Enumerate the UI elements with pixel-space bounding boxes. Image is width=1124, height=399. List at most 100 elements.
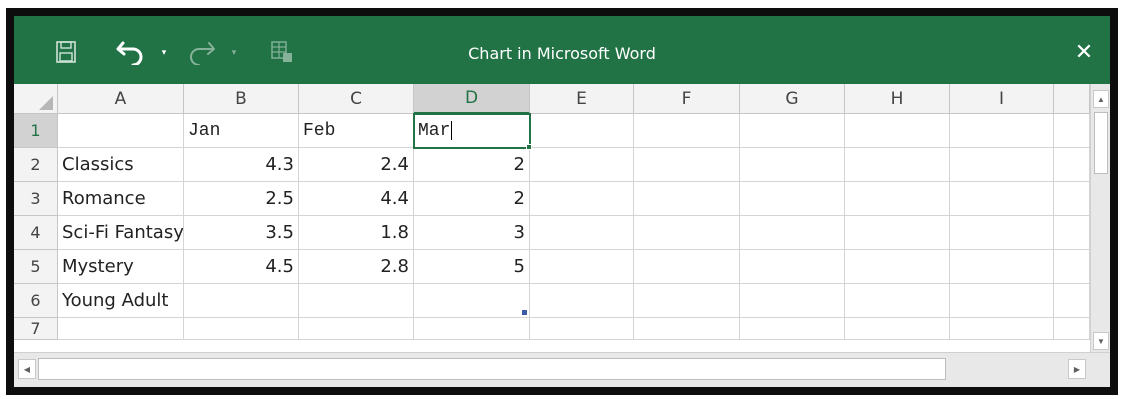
cell-c1[interactable]: Feb <box>299 114 414 148</box>
scroll-down-icon[interactable]: ▼ <box>1093 332 1109 350</box>
cell-i5[interactable] <box>950 250 1054 284</box>
cell-f1[interactable] <box>634 114 740 148</box>
cell-b7[interactable] <box>184 318 299 340</box>
cell-d7[interactable] <box>414 318 530 340</box>
close-button[interactable]: ✕ <box>1064 34 1104 70</box>
cell-j3[interactable] <box>1054 182 1090 216</box>
cell-g1[interactable] <box>740 114 845 148</box>
cell-b2[interactable]: 4.3 <box>184 148 299 182</box>
cell-a5[interactable]: Mystery <box>58 250 184 284</box>
cell-d1[interactable]: Mar <box>414 114 530 148</box>
cell-h3[interactable] <box>845 182 950 216</box>
row-header-3[interactable]: 3 <box>14 182 58 216</box>
cell-a2[interactable]: Classics <box>58 148 184 182</box>
cell-e7[interactable] <box>530 318 634 340</box>
cell-i2[interactable] <box>950 148 1054 182</box>
column-header-i[interactable]: I <box>950 84 1054 114</box>
row-header-2[interactable]: 2 <box>14 148 58 182</box>
column-header-a[interactable]: A <box>58 84 184 114</box>
data-range-resize-handle[interactable] <box>522 310 527 315</box>
cell-h5[interactable] <box>845 250 950 284</box>
cell-j5[interactable] <box>1054 250 1090 284</box>
column-header-d[interactable]: D <box>414 84 530 114</box>
cell-j2[interactable] <box>1054 148 1090 182</box>
cell-g7[interactable] <box>740 318 845 340</box>
cell-e6[interactable] <box>530 284 634 318</box>
cell-j4[interactable] <box>1054 216 1090 250</box>
cell-d4[interactable]: 3 <box>414 216 530 250</box>
column-header-c[interactable]: C <box>299 84 414 114</box>
cell-a6[interactable]: Young Adult <box>58 284 184 318</box>
cell-b5[interactable]: 4.5 <box>184 250 299 284</box>
cell-c2[interactable]: 2.4 <box>299 148 414 182</box>
row-header-5[interactable]: 5 <box>14 250 58 284</box>
row-header-1[interactable]: 1 <box>14 114 58 148</box>
cell-i1[interactable] <box>950 114 1054 148</box>
cell-i6[interactable] <box>950 284 1054 318</box>
cell-i7[interactable] <box>950 318 1054 340</box>
horizontal-scroll-thumb[interactable] <box>38 358 946 380</box>
cell-e4[interactable] <box>530 216 634 250</box>
cell-j1[interactable] <box>1054 114 1090 148</box>
column-header-next[interactable] <box>1054 84 1090 114</box>
cell-d6[interactable] <box>414 284 530 318</box>
row-header-7[interactable]: 7 <box>14 318 58 340</box>
cell-j7[interactable] <box>1054 318 1090 340</box>
cell-h4[interactable] <box>845 216 950 250</box>
column-header-g[interactable]: G <box>740 84 845 114</box>
row-header-4[interactable]: 4 <box>14 216 58 250</box>
row-header-6[interactable]: 6 <box>14 284 58 318</box>
cell-b6[interactable] <box>184 284 299 318</box>
cell-h2[interactable] <box>845 148 950 182</box>
cell-b4[interactable]: 3.5 <box>184 216 299 250</box>
cell-value: 4.5 <box>265 256 294 277</box>
cell-g3[interactable] <box>740 182 845 216</box>
cell-g5[interactable] <box>740 250 845 284</box>
column-header-b[interactable]: B <box>184 84 299 114</box>
cell-c5[interactable]: 2.8 <box>299 250 414 284</box>
cell-b3[interactable]: 2.5 <box>184 182 299 216</box>
cell-f4[interactable] <box>634 216 740 250</box>
horizontal-scrollbar[interactable]: ◀ ▶ <box>14 352 1110 387</box>
column-header-e[interactable]: E <box>530 84 634 114</box>
cell-b1[interactable]: Jan <box>184 114 299 148</box>
cell-a1[interactable] <box>58 114 184 148</box>
cell-i3[interactable] <box>950 182 1054 216</box>
cell-e2[interactable] <box>530 148 634 182</box>
cell-g2[interactable] <box>740 148 845 182</box>
cell-f5[interactable] <box>634 250 740 284</box>
cell-c6[interactable] <box>299 284 414 318</box>
cell-d5[interactable]: 5 <box>414 250 530 284</box>
cell-g6[interactable] <box>740 284 845 318</box>
cell-d3[interactable]: 2 <box>414 182 530 216</box>
cell-j6[interactable] <box>1054 284 1090 318</box>
cell-h6[interactable] <box>845 284 950 318</box>
cell-f7[interactable] <box>634 318 740 340</box>
cell-c3[interactable]: 4.4 <box>299 182 414 216</box>
cell-i4[interactable] <box>950 216 1054 250</box>
column-header-h[interactable]: H <box>845 84 950 114</box>
scroll-left-icon[interactable]: ◀ <box>18 359 36 379</box>
fill-handle[interactable] <box>526 144 532 150</box>
cell-c7[interactable] <box>299 318 414 340</box>
cell-a4[interactable]: Sci-Fi Fantasy <box>58 216 184 250</box>
vertical-scroll-thumb[interactable] <box>1094 112 1108 174</box>
cell-e3[interactable] <box>530 182 634 216</box>
cell-e5[interactable] <box>530 250 634 284</box>
cell-a3[interactable]: Romance <box>58 182 184 216</box>
cell-d2[interactable]: 2 <box>414 148 530 182</box>
cell-f6[interactable] <box>634 284 740 318</box>
cell-h1[interactable] <box>845 114 950 148</box>
scroll-up-icon[interactable]: ▲ <box>1093 90 1109 108</box>
cell-c4[interactable]: 1.8 <box>299 216 414 250</box>
cell-e1[interactable] <box>530 114 634 148</box>
cell-a7[interactable] <box>58 318 184 340</box>
scroll-right-icon[interactable]: ▶ <box>1068 359 1086 379</box>
column-header-f[interactable]: F <box>634 84 740 114</box>
select-all-corner[interactable] <box>14 84 58 114</box>
cell-f2[interactable] <box>634 148 740 182</box>
vertical-scrollbar[interactable]: ▲ ▼ <box>1090 84 1110 352</box>
cell-f3[interactable] <box>634 182 740 216</box>
cell-g4[interactable] <box>740 216 845 250</box>
cell-h7[interactable] <box>845 318 950 340</box>
